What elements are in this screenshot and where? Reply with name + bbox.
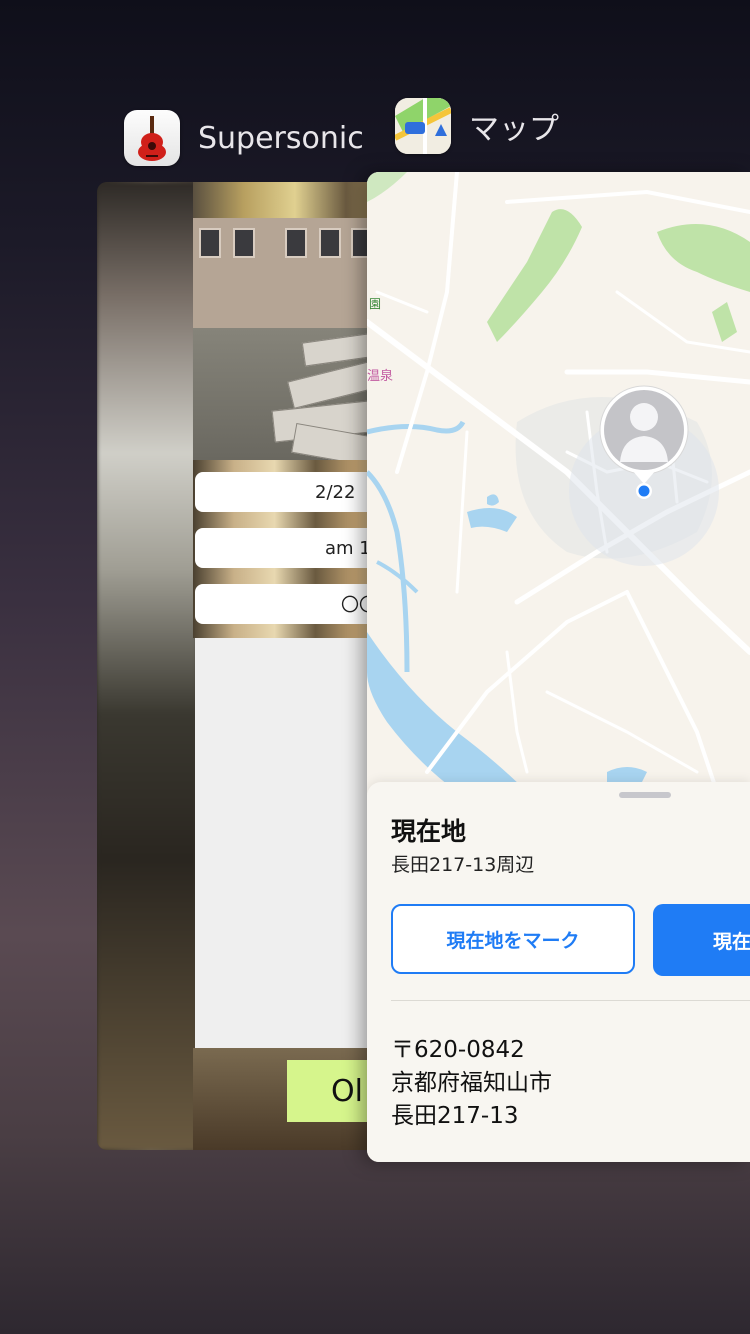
address-street: 長田217-13 (391, 1103, 519, 1129)
maps-app-card[interactable]: 園 温泉 現在地 長田217-13周辺 現在地をマーク 現在 〒620-0842… (367, 172, 750, 1162)
comment-textarea[interactable] (195, 638, 395, 1048)
map-poi-label: 園 (369, 297, 381, 311)
supersonic-app-card[interactable]: 2/22 am 1 〇〇 Ol (97, 182, 397, 1150)
map-poi-label: 温泉 (367, 368, 393, 384)
maps-app-icon (395, 98, 451, 154)
map-view[interactable]: 園 温泉 (367, 172, 750, 792)
maps-app-label[interactable]: マップ (395, 98, 559, 154)
guitar-icon (124, 110, 180, 166)
address-postal: 〒620-0842 (391, 1037, 525, 1063)
mark-location-button[interactable]: 現在地をマーク (391, 904, 635, 974)
sheet-title: 現在地 (391, 817, 467, 846)
supersonic-app-label[interactable]: Supersonic (124, 110, 364, 166)
sheet-subtitle: 長田217-13周辺 (391, 854, 535, 876)
time-field[interactable]: am 1 (195, 528, 395, 568)
divider (391, 1000, 750, 1001)
app-name: マップ (469, 112, 559, 147)
place-field[interactable]: 〇〇 (195, 584, 395, 624)
sheet-grabber[interactable] (619, 792, 671, 798)
app-name: Supersonic (198, 120, 364, 156)
date-field[interactable]: 2/22 (195, 472, 395, 512)
address-city: 京都府福知山市 (391, 1070, 552, 1096)
place-card-sheet[interactable]: 現在地 長田217-13周辺 現在地をマーク 現在 〒620-0842 京都府福… (367, 782, 750, 1162)
background-image (97, 182, 197, 1150)
share-location-button[interactable]: 現在 (653, 904, 750, 976)
